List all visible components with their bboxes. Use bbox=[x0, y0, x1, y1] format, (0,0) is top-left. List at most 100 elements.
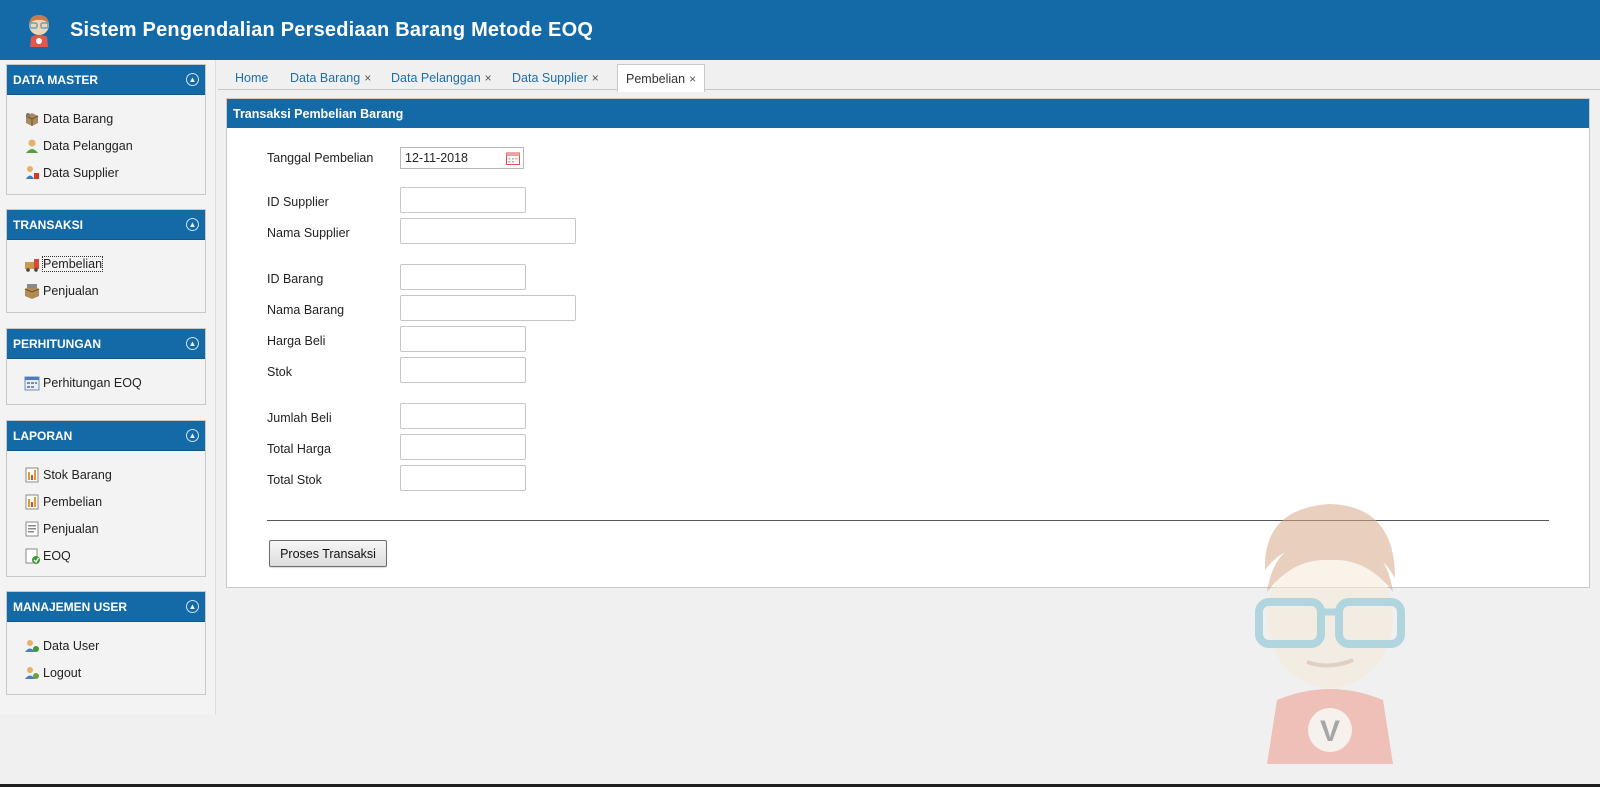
sidebar-item-data-pelanggan[interactable]: Data Pelanggan bbox=[7, 132, 205, 159]
panel-header[interactable]: MANAJEMEN USER ▲ bbox=[7, 592, 205, 622]
panel-header[interactable]: TRANSAKSI ▲ bbox=[7, 210, 205, 240]
calendar-icon[interactable] bbox=[505, 150, 521, 166]
sidebar-item-label: Penjualan bbox=[43, 521, 99, 536]
sidebar-item-data-user[interactable]: Data User bbox=[7, 632, 205, 659]
stok-label: Stok bbox=[267, 365, 293, 379]
tab-data-pelanggan[interactable]: Data Pelanggan × bbox=[382, 64, 501, 91]
close-icon[interactable]: × bbox=[364, 71, 371, 85]
tab-label: Pembelian bbox=[626, 71, 686, 86]
user-icon bbox=[25, 639, 39, 652]
report-icon bbox=[25, 467, 39, 482]
tanggal-pembelian-label: Tanggal Pembelian bbox=[267, 151, 374, 165]
sidebar-item-laporan-eoq[interactable]: EOQ bbox=[7, 542, 205, 569]
nama-barang-label: Nama Barang bbox=[267, 303, 345, 317]
total-harga-label: Total Harga bbox=[267, 442, 331, 456]
panel-laporan: LAPORAN ▲ Stok Barang Pembelian Penjuala… bbox=[6, 420, 206, 577]
id-supplier-label: ID Supplier bbox=[267, 195, 329, 209]
tab-label: Data Supplier bbox=[512, 71, 588, 85]
stok-field[interactable] bbox=[400, 357, 526, 383]
sidebar: DATA MASTER ▲ Data Barang Data Pelanggan… bbox=[0, 60, 216, 715]
id-supplier-field[interactable] bbox=[400, 187, 526, 213]
proses-transaksi-button[interactable]: Proses Transaksi bbox=[269, 540, 387, 567]
jumlah-beli-field[interactable] bbox=[400, 403, 526, 429]
jumlah-beli-label: Jumlah Beli bbox=[267, 411, 332, 425]
tab-label: Data Pelanggan bbox=[391, 71, 481, 85]
sidebar-item-pembelian[interactable]: Pembelian bbox=[7, 250, 205, 277]
tanggal-pembelian-field[interactable]: 12-11-2018 bbox=[400, 147, 524, 169]
collapse-icon[interactable]: ▲ bbox=[186, 218, 199, 231]
customer-icon bbox=[26, 139, 38, 153]
sidebar-item-data-supplier[interactable]: Data Supplier bbox=[7, 159, 205, 186]
harga-beli-label: Harga Beli bbox=[267, 334, 326, 348]
tab-label: Home bbox=[235, 71, 269, 85]
sale-icon bbox=[24, 283, 40, 299]
total-stok-label: Total Stok bbox=[267, 473, 322, 487]
tab-home[interactable]: Home bbox=[226, 64, 277, 91]
sidebar-item-penjualan[interactable]: Penjualan bbox=[7, 277, 205, 304]
calculator-icon bbox=[24, 376, 40, 390]
mascot-watermark-icon: V bbox=[1255, 504, 1405, 764]
tab-data-supplier[interactable]: Data Supplier × bbox=[503, 64, 608, 91]
sidebar-item-laporan-stok-barang[interactable]: Stok Barang bbox=[7, 461, 205, 488]
total-stok-field[interactable] bbox=[400, 465, 526, 491]
sidebar-item-label: Logout bbox=[43, 665, 82, 680]
sidebar-item-label: Pembelian bbox=[43, 494, 103, 509]
panel-manajemen-user: MANAJEMEN USER ▲ Data User Logout bbox=[6, 591, 206, 695]
id-barang-field[interactable] bbox=[400, 264, 526, 290]
sidebar-item-label: Penjualan bbox=[43, 283, 99, 298]
report-chart-icon bbox=[25, 548, 40, 564]
nama-supplier-field[interactable] bbox=[400, 218, 576, 244]
sidebar-item-label: Perhitungan EOQ bbox=[43, 375, 142, 390]
panel-header[interactable]: DATA MASTER ▲ bbox=[7, 65, 205, 95]
sidebar-item-label: EOQ bbox=[43, 548, 71, 563]
sidebar-item-logout[interactable]: Logout bbox=[7, 659, 205, 686]
supplier-icon bbox=[26, 165, 39, 179]
total-harga-field[interactable] bbox=[400, 434, 526, 460]
sidebar-item-perhitungan-eoq[interactable]: Perhitungan EOQ bbox=[7, 369, 205, 396]
collapse-icon[interactable]: ▲ bbox=[186, 600, 199, 613]
sidebar-item-label: Data Supplier bbox=[43, 165, 119, 180]
tab-pembelian[interactable]: Pembelian × bbox=[617, 64, 706, 92]
sidebar-item-data-barang[interactable]: Data Barang bbox=[7, 105, 205, 132]
close-icon[interactable]: × bbox=[485, 71, 492, 85]
sidebar-item-label: Data Barang bbox=[43, 111, 114, 126]
collapse-icon[interactable]: ▲ bbox=[186, 337, 199, 350]
close-icon[interactable]: × bbox=[689, 72, 696, 86]
tab-label: Data Barang bbox=[290, 71, 361, 85]
panel-transaksi: TRANSAKSI ▲ Pembelian Penjualan bbox=[6, 209, 206, 313]
panel-title: DATA MASTER bbox=[13, 72, 99, 87]
tab-bar: Home Data Barang × Data Pelanggan × Data… bbox=[218, 60, 1600, 92]
id-barang-label: ID Barang bbox=[267, 272, 324, 286]
app-title: Sistem Pengendalian Persediaan Barang Me… bbox=[70, 18, 594, 41]
panel-title: TRANSAKSI bbox=[13, 217, 84, 232]
logout-icon bbox=[25, 666, 39, 679]
collapse-icon[interactable]: ▲ bbox=[186, 429, 199, 442]
panel-data-master: DATA MASTER ▲ Data Barang Data Pelanggan… bbox=[6, 64, 206, 195]
report-icon bbox=[25, 494, 39, 509]
sidebar-item-label: Data Pelanggan bbox=[43, 138, 133, 153]
form-title: Transaksi Pembelian Barang bbox=[227, 99, 1589, 128]
app-header: Sistem Pengendalian Persediaan Barang Me… bbox=[0, 0, 1600, 60]
badge-letter: V bbox=[1320, 715, 1340, 748]
nama-supplier-label: Nama Supplier bbox=[267, 226, 350, 240]
sidebar-item-label: Pembelian bbox=[41, 255, 104, 272]
panel-title: PERHITUNGAN bbox=[13, 336, 102, 351]
avatar-logo-icon bbox=[29, 15, 49, 47]
panel-header[interactable]: LAPORAN ▲ bbox=[7, 421, 205, 451]
collapse-icon[interactable]: ▲ bbox=[186, 73, 199, 86]
tanggal-pembelian-value: 12-11-2018 bbox=[405, 151, 469, 165]
sidebar-item-label: Stok Barang bbox=[43, 467, 112, 482]
report-icon bbox=[25, 521, 39, 536]
close-icon[interactable]: × bbox=[592, 71, 599, 85]
package-icon bbox=[25, 112, 39, 126]
panel-header[interactable]: PERHITUNGAN ▲ bbox=[7, 329, 205, 359]
panel-title: LAPORAN bbox=[13, 428, 73, 443]
sidebar-item-laporan-penjualan[interactable]: Penjualan bbox=[7, 515, 205, 542]
panel-perhitungan: PERHITUNGAN ▲ Perhitungan EOQ bbox=[6, 328, 206, 405]
sidebar-item-label: Data User bbox=[43, 638, 100, 653]
tab-data-barang[interactable]: Data Barang × bbox=[281, 64, 380, 91]
harga-beli-field[interactable] bbox=[400, 326, 526, 352]
sidebar-item-laporan-pembelian[interactable]: Pembelian bbox=[7, 488, 205, 515]
purchase-icon bbox=[25, 258, 39, 272]
nama-barang-field[interactable] bbox=[400, 295, 576, 321]
